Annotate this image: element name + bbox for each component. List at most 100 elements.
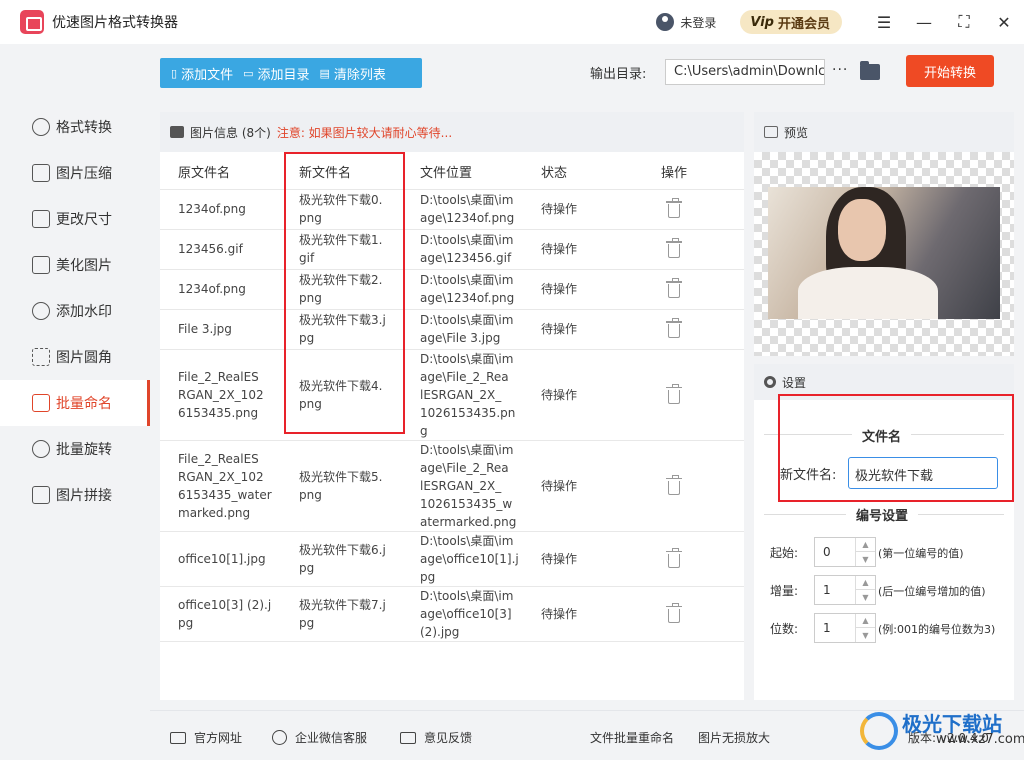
sidebar-item-watermark[interactable]: 添加水印 [0, 288, 150, 334]
sidebar-item-stitch[interactable]: 图片拼接 [0, 472, 150, 518]
watermark-url: www.xz7.com [936, 732, 1024, 747]
image-count-label: 图片信息 (8个) [190, 125, 271, 140]
increment-icon[interactable]: ▲ [856, 576, 875, 590]
sidebar-item-format[interactable]: 格式转换 [0, 104, 150, 150]
sidebar-item-rename[interactable]: 批量命名 [0, 380, 150, 426]
sidebar-item-compress[interactable]: 图片压缩 [0, 150, 150, 196]
file-location-cell: D:\tools\桌面\im age\1234of.png [420, 271, 514, 307]
start-convert-button[interactable]: 开始转换 [906, 55, 994, 87]
maximize-icon[interactable]: ⛶ [944, 0, 984, 44]
login-link[interactable]: 未登录 [680, 14, 716, 31]
add-directory-button[interactable]: ▭ 添加目录 [243, 64, 309, 83]
original-filename-cell-line: marked.png [178, 505, 251, 520]
file-location-cell-line: age\File 3.jpg [420, 331, 501, 345]
folder-icon[interactable] [860, 61, 880, 80]
delete-trash-icon[interactable] [666, 318, 682, 338]
sidebar-item-round-corner[interactable]: 图片圆角 [0, 334, 150, 380]
app-title: 优速图片格式转换器 [52, 15, 178, 31]
close-icon[interactable]: ✕ [984, 0, 1024, 44]
original-filename-cell-line: office10[1].jpg [178, 551, 266, 566]
digits-value: 1 [823, 621, 831, 635]
more-options-button[interactable]: ··· [832, 62, 848, 78]
digits-hint: (例:001的编号位数为3) [878, 623, 996, 636]
decrement-icon[interactable]: ▼ [856, 552, 875, 566]
digits-stepper[interactable]: 1 ▲ ▼ [814, 613, 876, 643]
vip-button[interactable]: Vip 开通会员 [740, 10, 842, 34]
new-filename-cell-line: pg [299, 560, 315, 575]
delete-trash-icon[interactable] [666, 278, 682, 298]
step-hint: (后一位编号增加的值) [878, 585, 986, 598]
original-filename-cell-line: File_2_RealES [178, 451, 259, 466]
menu-icon[interactable]: ☰ [864, 0, 904, 44]
website-link[interactable]: 官方网址 [170, 729, 242, 746]
file-location-cell-line: age\office10[3] [420, 606, 512, 621]
minimize-icon[interactable]: — [904, 0, 944, 44]
delete-trash-icon[interactable] [666, 198, 682, 218]
feedback-link[interactable]: 意见反馈 [400, 729, 472, 746]
sidebar-item-label: 图片圆角 [56, 350, 112, 366]
batch-rename-link[interactable]: 文件批量重命名 [590, 729, 674, 746]
col-location: 文件位置 [420, 165, 473, 181]
increment-icon[interactable]: ▲ [856, 538, 875, 552]
clear-list-button[interactable]: ▤ 清除列表 [320, 64, 386, 83]
lossless-upscale-link[interactable]: 图片无损放大 [698, 729, 770, 746]
decrement-icon[interactable]: ▼ [856, 590, 875, 604]
step-stepper[interactable]: 1 ▲ ▼ [814, 575, 876, 605]
user-icon[interactable] [656, 13, 675, 31]
delete-trash-icon[interactable] [666, 602, 682, 623]
digits-label: 位数: [770, 622, 799, 636]
status-cell: 待操作 [541, 478, 578, 493]
file-location-cell: D:\tools\桌面\im age\File 3.jpg [420, 311, 513, 347]
file-location-cell: D:\tools\桌面\im age\1234of.png [420, 191, 514, 227]
file-location-cell: D:\tools\桌面\im age\File_2_Rea lESRGAN_2X_ 1… [420, 350, 515, 440]
file-location-cell-line: atermarked.png [420, 514, 517, 529]
sidebar-item-label: 格式转换 [56, 120, 112, 136]
start-label: 起始: [770, 546, 799, 560]
new-name-highlight-box [284, 152, 405, 434]
sidebar-item-label: 添加水印 [56, 304, 112, 320]
step-label: 增量: [770, 584, 799, 598]
status-cell: 待操作 [541, 551, 578, 566]
original-filename-cell-line: 6153435.png [178, 405, 259, 420]
new-filename-cell-line: png [299, 487, 322, 502]
preview-image [768, 187, 1000, 319]
decrement-icon[interactable]: ▼ [856, 628, 875, 642]
col-status: 状态 [541, 165, 568, 181]
file-location-cell: D:\tools\桌面\im age\office10[1].j pg [420, 532, 519, 586]
settings-title: 设置 [782, 375, 807, 390]
output-dir-label: 输出目录: [590, 67, 647, 82]
settings-panel: 设置 文件名 新文件名: 极光软件下载 编号设置 起始: 0 ▲ ▼ (第一位编号… [754, 364, 1014, 700]
add-file-button[interactable]: ▯ 添加文件 [171, 64, 233, 83]
sidebar-item-rotate[interactable]: 批量旋转 [0, 426, 150, 472]
file-location-cell-line: D:\tools\桌面\im [420, 351, 514, 366]
file-location-cell-line: (2).jpg [420, 624, 460, 639]
increment-icon[interactable]: ▲ [856, 614, 875, 628]
delete-trash-icon[interactable] [666, 383, 682, 404]
status-cell: 待操作 [541, 606, 578, 621]
delete-trash-icon[interactable] [666, 474, 682, 495]
file-location-cell: D:\tools\桌面\im age\office10[3] (2).jpg [420, 587, 513, 641]
delete-trash-icon[interactable] [666, 547, 682, 568]
sidebar-item-label: 批量命名 [56, 396, 112, 412]
file-location-cell-line: age\File_2_Rea [420, 460, 509, 475]
resize-icon [32, 210, 50, 228]
file-location-cell-line: lESRGAN_2X_ [420, 478, 502, 493]
start-stepper[interactable]: 0 ▲ ▼ [814, 537, 876, 567]
file-location-cell-line: D:\tools\桌面\im [420, 533, 514, 548]
beautify-icon [32, 256, 50, 274]
output-dir-input[interactable]: C:\Users\admin\Downlc [665, 59, 825, 85]
row-divider [160, 309, 744, 310]
website-icon [170, 731, 186, 744]
sidebar-item-label: 更改尺寸 [56, 212, 112, 228]
image-icon [170, 126, 184, 138]
col-original-name: 原文件名 [178, 165, 231, 181]
file-location-cell-line: D:\tools\桌面\im [420, 313, 514, 327]
sidebar-item-resize[interactable]: 更改尺寸 [0, 196, 150, 242]
wechat-service-link[interactable]: 企业微信客服 [272, 729, 367, 746]
delete-trash-icon[interactable] [666, 238, 682, 258]
original-filename-cell-line: RGAN_2X_102 [178, 469, 264, 484]
status-cell: 待操作 [541, 242, 578, 256]
sidebar-item-beautify[interactable]: 美化图片 [0, 242, 150, 288]
start-value: 0 [823, 545, 831, 559]
file-location-cell-line: D:\tools\桌面\im [420, 273, 514, 287]
